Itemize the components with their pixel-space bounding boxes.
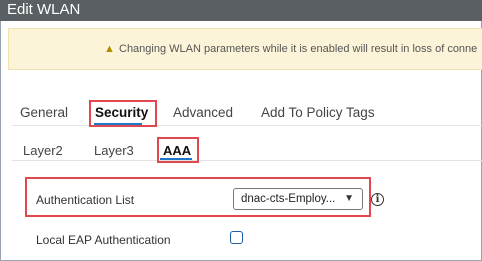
subtab-layer3[interactable]: Layer3 bbox=[94, 143, 134, 158]
tab-advanced[interactable]: Advanced bbox=[173, 105, 233, 120]
auth-list-select[interactable]: dnac-cts-Employ... ▼ bbox=[233, 188, 363, 210]
info-icon[interactable]: i bbox=[371, 193, 384, 206]
auth-list-value: dnac-cts-Employ... bbox=[241, 193, 336, 205]
dialog-header: Edit WLAN bbox=[0, 0, 482, 21]
auth-list-label: Authentication List bbox=[36, 193, 135, 207]
subtab-layer2[interactable]: Layer2 bbox=[23, 143, 63, 158]
warning-text: Changing WLAN parameters while it is ena… bbox=[119, 43, 478, 55]
chevron-down-icon: ▼ bbox=[344, 193, 354, 204]
local-eap-checkbox[interactable] bbox=[230, 231, 243, 244]
tabs-divider bbox=[12, 125, 482, 126]
tab-add-to-policy-tags[interactable]: Add To Policy Tags bbox=[261, 105, 375, 120]
tab-general[interactable]: General bbox=[20, 105, 68, 120]
local-eap-label: Local EAP Authentication bbox=[36, 233, 171, 247]
dialog-title: Edit WLAN bbox=[7, 1, 81, 18]
warning-banner: ▲ Changing WLAN parameters while it is e… bbox=[8, 28, 482, 70]
warning-icon: ▲ bbox=[104, 43, 115, 55]
security-tab-highlight bbox=[89, 100, 157, 127]
subtabs-divider bbox=[12, 160, 482, 161]
aaa-subtab-highlight bbox=[157, 137, 199, 163]
